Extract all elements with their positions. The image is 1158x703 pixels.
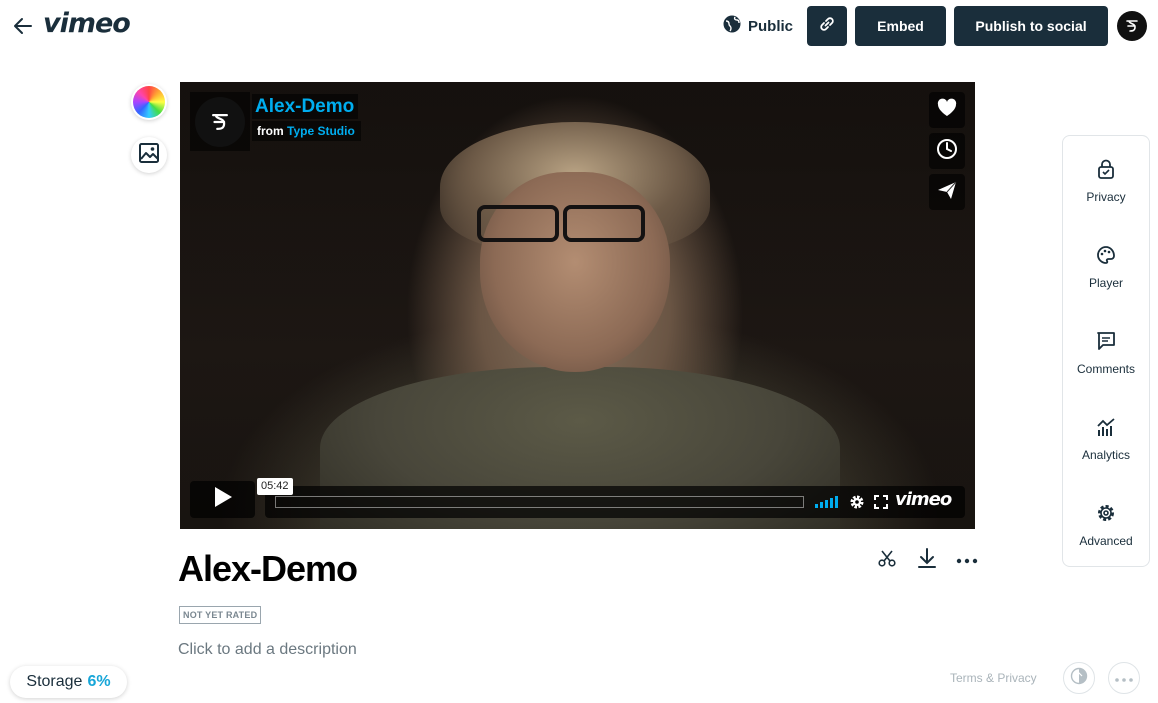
panel-item-privacy[interactable]: Privacy <box>1063 146 1149 216</box>
heart-icon <box>936 98 958 123</box>
back-arrow-icon[interactable] <box>12 15 34 37</box>
video-frame-face <box>480 172 670 372</box>
player-video-title[interactable]: Alex-Demo <box>252 94 359 119</box>
storage-percent: 6% <box>87 673 111 690</box>
footer-more-button[interactable] <box>1108 662 1140 694</box>
color-picker-button[interactable] <box>131 84 167 120</box>
gear-icon <box>1096 503 1116 528</box>
progress-bar[interactable] <box>275 496 804 508</box>
scissors-icon <box>877 548 897 573</box>
lock-icon <box>1097 159 1115 184</box>
vimeo-player-logo[interactable]: vimeo <box>895 489 952 510</box>
download-icon <box>916 547 938 574</box>
panel-item-comments[interactable]: Comments <box>1063 318 1149 388</box>
rating-badge[interactable]: NOT YET RATED <box>179 606 262 624</box>
time-tooltip: 05:42 <box>257 478 293 495</box>
video-title[interactable]: Alex-Demo <box>178 548 358 590</box>
globe-icon <box>722 14 742 38</box>
channel-logo <box>195 96 245 147</box>
panel-item-label: Player <box>1088 275 1123 290</box>
more-options-button[interactable] <box>954 547 980 573</box>
download-button[interactable] <box>914 547 940 573</box>
panel-item-label: Privacy <box>1086 189 1126 204</box>
fullscreen-icon[interactable] <box>874 495 888 514</box>
player-control-bar: vimeo <box>265 486 965 518</box>
like-button[interactable] <box>929 92 965 128</box>
play-button[interactable] <box>190 481 255 518</box>
contrast-icon <box>1070 667 1088 690</box>
settings-gear-icon[interactable] <box>849 494 865 515</box>
trim-button[interactable] <box>874 547 900 573</box>
volume-control[interactable] <box>815 496 838 508</box>
panel-item-label: Analytics <box>1081 447 1131 462</box>
vimeo-logo[interactable]: vimeo <box>43 8 131 39</box>
byline-prefix: from <box>257 124 284 138</box>
paper-plane-icon <box>936 179 958 206</box>
settings-side-panel: Privacy Player Comments Analytics Advanc… <box>1062 135 1150 567</box>
copy-link-button[interactable] <box>807 6 847 46</box>
color-wheel-icon <box>133 86 165 118</box>
description-field[interactable]: Click to add a description <box>178 641 357 659</box>
publish-to-social-button[interactable]: Publish to social <box>954 6 1108 46</box>
panel-item-advanced[interactable]: Advanced <box>1063 490 1149 560</box>
theme-toggle-button[interactable] <box>1063 662 1095 694</box>
embed-button[interactable]: Embed <box>855 6 946 46</box>
watch-later-button[interactable] <box>929 133 965 169</box>
thumbnail-button[interactable] <box>131 137 167 173</box>
storage-indicator[interactable]: Storage 6% <box>10 666 127 698</box>
share-button[interactable] <box>929 174 965 210</box>
byline-owner-link[interactable]: Type Studio <box>287 124 355 138</box>
image-icon <box>138 142 160 169</box>
top-bar: vimeo Public Embed Publish to social <box>0 0 1158 52</box>
player-byline: from Type Studio <box>252 121 361 141</box>
clock-icon <box>936 138 958 165</box>
video-frame-glasses-left <box>477 205 559 242</box>
play-icon <box>213 486 233 513</box>
palette-icon <box>1096 245 1116 270</box>
panel-item-label: Advanced <box>1079 533 1133 548</box>
privacy-public-button[interactable]: Public <box>722 14 793 38</box>
avatar[interactable] <box>1117 11 1147 41</box>
video-frame-glasses-right <box>563 205 645 242</box>
ellipsis-icon <box>1115 669 1133 687</box>
comment-icon <box>1096 331 1116 356</box>
analytics-icon <box>1096 417 1116 442</box>
privacy-label: Public <box>748 17 794 35</box>
panel-item-label: Comments <box>1076 361 1135 376</box>
video-player[interactable]: Alex-Demo from Type Studio vimeo 05:42 <box>180 82 975 529</box>
panel-item-analytics[interactable]: Analytics <box>1063 404 1149 474</box>
ellipsis-icon <box>956 551 978 569</box>
panel-item-player[interactable]: Player <box>1063 232 1149 302</box>
link-icon <box>818 15 836 38</box>
channel-badge[interactable] <box>190 92 250 151</box>
storage-label: Storage <box>26 673 83 690</box>
terms-privacy-link[interactable]: Terms & Privacy <box>950 671 1037 685</box>
